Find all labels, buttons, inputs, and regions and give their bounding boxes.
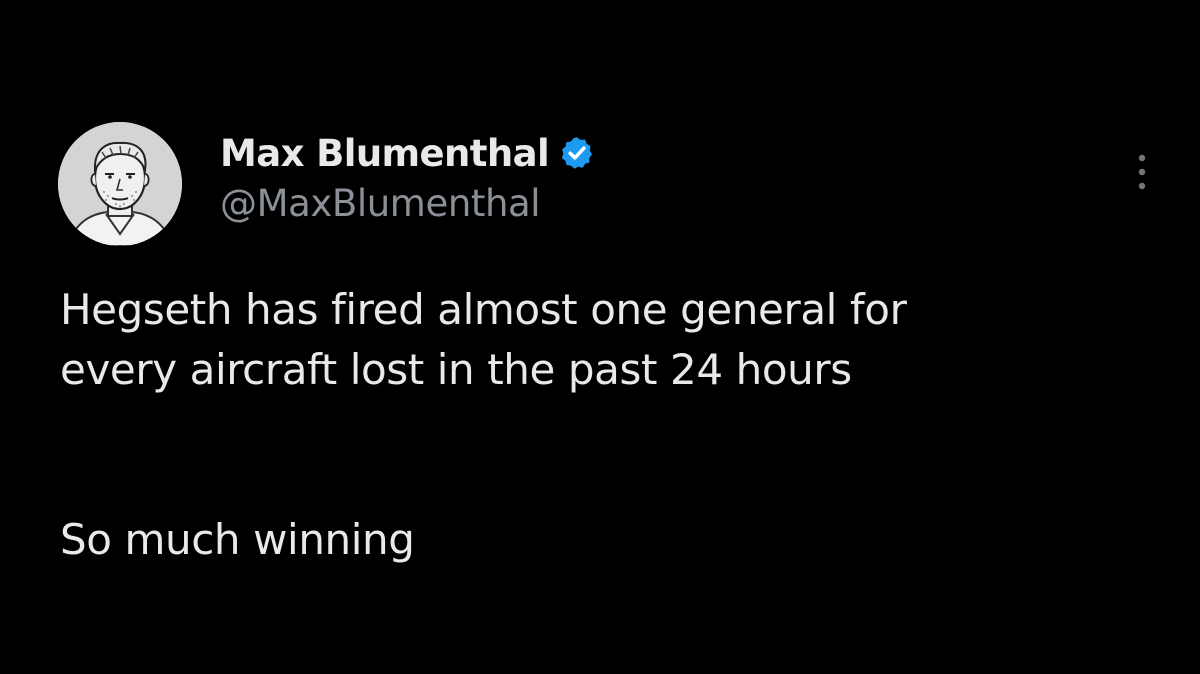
- more-options-icon[interactable]: [1128, 150, 1156, 194]
- author-avatar[interactable]: [58, 122, 182, 246]
- author-handle[interactable]: @MaxBlumenthal: [220, 182, 541, 225]
- author-display-name[interactable]: Max Blumenthal: [220, 132, 550, 175]
- tweet-text-line: Hegseth has fired almost one general for: [60, 285, 907, 334]
- avatar-portrait-icon: [58, 122, 182, 246]
- author-name-row: Max Blumenthal: [220, 128, 595, 178]
- verified-badge-icon: [559, 135, 595, 171]
- tweet-closing-line: So much winning: [60, 515, 415, 564]
- tweet-text-line: every aircraft lost in the past 24 hours: [60, 345, 852, 394]
- tweet-card: Max Blumenthal @MaxBlumenthal Hegseth ha…: [0, 0, 1200, 674]
- tweet-body: Hegseth has fired almost one general for…: [60, 280, 1160, 570]
